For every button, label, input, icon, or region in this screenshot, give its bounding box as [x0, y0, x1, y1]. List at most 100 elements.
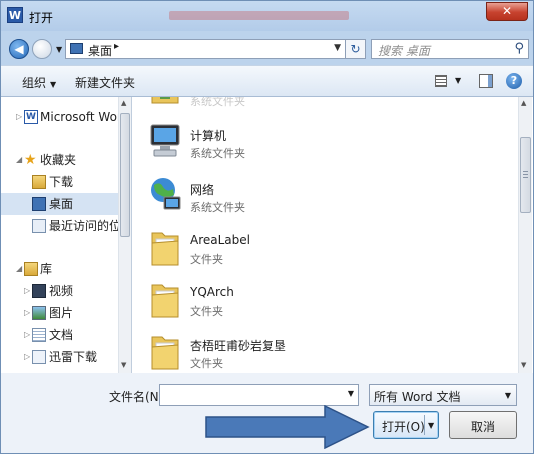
- search-placeholder: 搜索 桌面: [378, 44, 430, 58]
- open-file-dialog: W 打开 ✕ ◀ ▼ 桌面 ▸ ▼ ↻ 搜索 桌面 ⚲ 组织 ▼ 新建文件夹 ▼ …: [0, 0, 534, 454]
- scroll-down-icon[interactable]: ▼: [121, 361, 126, 369]
- nav-label: 文档: [49, 328, 74, 342]
- chevron-down-icon[interactable]: ▼: [505, 391, 511, 400]
- partial-item-type: 系统文件夹: [190, 97, 245, 108]
- close-button[interactable]: ✕: [486, 2, 528, 21]
- nav-label: 库: [40, 262, 53, 276]
- nav-item-recent-places[interactable]: 最近访问的位置: [1, 215, 131, 237]
- expand-triangle-icon[interactable]: ▷: [24, 346, 30, 368]
- search-icon[interactable]: ⚲: [514, 41, 524, 56]
- scroll-down-icon[interactable]: ▼: [521, 361, 526, 369]
- folder-icon: [151, 97, 179, 104]
- computer-icon: [150, 124, 180, 157]
- nav-label: 视频: [49, 284, 74, 298]
- window-title: 打开: [29, 11, 54, 25]
- network-icon: [151, 178, 181, 210]
- collapse-triangle-icon[interactable]: ◢: [16, 149, 22, 171]
- file-list-scrollbar[interactable]: ▲ ▼: [518, 97, 532, 373]
- filetype-select[interactable]: 所有 Word 文档 ▼: [369, 384, 517, 406]
- document-icon: [32, 328, 46, 342]
- cancel-button[interactable]: 取消: [449, 411, 517, 439]
- word-doc-icon: W: [24, 110, 38, 124]
- filename-input[interactable]: ▼: [159, 384, 359, 406]
- file-list-scrollbar-thumb[interactable]: [520, 137, 531, 213]
- file-name: AreaLabel: [190, 233, 250, 247]
- list-item[interactable]: YQArch 文件夹: [148, 277, 508, 327]
- download-folder-icon: [32, 175, 46, 189]
- desktop-icon: [32, 197, 46, 211]
- back-button[interactable]: ◀: [9, 39, 29, 59]
- navigation-pane: ▷ W Microsoft Word ◢ ★ 收藏夹 下载 桌面 最近访问的位置…: [1, 97, 132, 373]
- folder-icon: [151, 284, 179, 318]
- file-type: 文件夹: [190, 305, 223, 318]
- scroll-up-icon[interactable]: ▲: [521, 99, 526, 107]
- address-location[interactable]: 桌面: [88, 42, 112, 59]
- title-bar: W 打开 ✕: [1, 1, 533, 31]
- expand-triangle-icon[interactable]: ▷: [24, 302, 30, 324]
- organize-menu[interactable]: 组织 ▼: [22, 74, 56, 91]
- refresh-button[interactable]: ↻: [346, 39, 366, 59]
- nav-item-microsoft-word[interactable]: ▷ W Microsoft Word: [1, 106, 129, 128]
- desktop-icon: [70, 43, 83, 54]
- nav-item-desktop[interactable]: 桌面: [1, 193, 118, 215]
- list-item[interactable]: 杏梧旺甫砂岩复垦 文件夹: [148, 329, 508, 373]
- folder-icon: [151, 232, 179, 266]
- chevron-down-icon[interactable]: ▼: [348, 389, 354, 398]
- recent-pages-dropdown[interactable]: ▼: [56, 45, 62, 54]
- address-dropdown-icon[interactable]: ▼: [334, 43, 341, 53]
- open-button[interactable]: 打开(O) ▼: [373, 411, 439, 439]
- word-app-icon: W: [7, 7, 23, 23]
- star-icon: ★: [24, 152, 37, 168]
- cancel-button-label: 取消: [470, 420, 495, 434]
- help-icon[interactable]: ?: [506, 73, 522, 89]
- scroll-up-icon[interactable]: ▲: [121, 99, 126, 107]
- expand-triangle-icon[interactable]: ▷: [24, 280, 30, 302]
- expand-triangle-icon[interactable]: ▷: [24, 324, 30, 346]
- list-item[interactable]: 网络 系统文件夹: [148, 173, 508, 223]
- partial-list-item[interactable]: 系统文件夹: [148, 97, 508, 113]
- xunlei-icon: [32, 350, 46, 364]
- forward-button[interactable]: [32, 39, 52, 59]
- file-type: 系统文件夹: [190, 147, 245, 160]
- nav-item-videos[interactable]: ▷ 视频: [1, 280, 118, 302]
- list-item[interactable]: 计算机 系统文件夹: [148, 119, 508, 169]
- preview-pane-icon[interactable]: [479, 74, 493, 88]
- nav-item-favorites[interactable]: ◢ ★ 收藏夹: [1, 149, 118, 171]
- nav-item-downloads[interactable]: 下载: [1, 171, 118, 193]
- annotation-arrow-icon: [205, 405, 370, 449]
- nav-item-libraries[interactable]: ◢ 库: [1, 258, 118, 280]
- nav-scrollbar[interactable]: ▲ ▼: [118, 97, 131, 373]
- organize-label: 组织: [22, 76, 47, 90]
- file-type: 文件夹: [190, 357, 223, 370]
- grip-line: [523, 174, 528, 175]
- view-options-chevron-icon[interactable]: ▼: [455, 76, 461, 85]
- list-item[interactable]: AreaLabel 文件夹: [148, 225, 508, 275]
- nav-item-pictures[interactable]: ▷ 图片: [1, 302, 118, 324]
- open-options-chevron-icon[interactable]: ▼: [428, 421, 434, 430]
- address-bar[interactable]: 桌面 ▸ ▼: [65, 39, 346, 59]
- nav-label: 收藏夹: [40, 153, 77, 167]
- nav-item-documents[interactable]: ▷ 文档: [1, 324, 118, 346]
- change-view-icon[interactable]: [435, 75, 447, 87]
- chevron-down-icon: ▼: [50, 80, 57, 89]
- new-folder-button[interactable]: 新建文件夹: [75, 74, 135, 91]
- file-list: 系统文件夹 计算机 系统文件夹 网络 系统文件夹 AreaLabel 文件夹 Y…: [132, 97, 533, 373]
- grip-line: [523, 177, 528, 178]
- filetype-value: 所有 Word 文档: [374, 390, 461, 404]
- address-row: ◀ ▼ 桌面 ▸ ▼ ↻ 搜索 桌面 ⚲: [1, 31, 533, 65]
- file-type: 系统文件夹: [190, 201, 245, 214]
- open-button-label: 打开(O): [382, 420, 425, 434]
- breadcrumb-chevron-icon[interactable]: ▸: [114, 41, 119, 52]
- file-name: 杏梧旺甫砂岩复垦: [190, 339, 287, 353]
- file-name: 计算机: [190, 129, 227, 143]
- collapse-triangle-icon[interactable]: ◢: [16, 258, 22, 280]
- nav-label: 下载: [49, 175, 74, 189]
- expand-triangle-icon[interactable]: ▷: [16, 106, 22, 128]
- grip-line: [523, 171, 528, 172]
- nav-item-xunlei-downloads[interactable]: ▷ 迅雷下载: [1, 346, 118, 368]
- split-divider: [424, 415, 425, 435]
- nav-scrollbar-thumb[interactable]: [120, 113, 130, 237]
- search-input[interactable]: 搜索 桌面 ⚲: [371, 39, 529, 59]
- file-name: 网络: [190, 183, 215, 197]
- command-toolbar: 组织 ▼ 新建文件夹 ▼ ?: [1, 65, 533, 97]
